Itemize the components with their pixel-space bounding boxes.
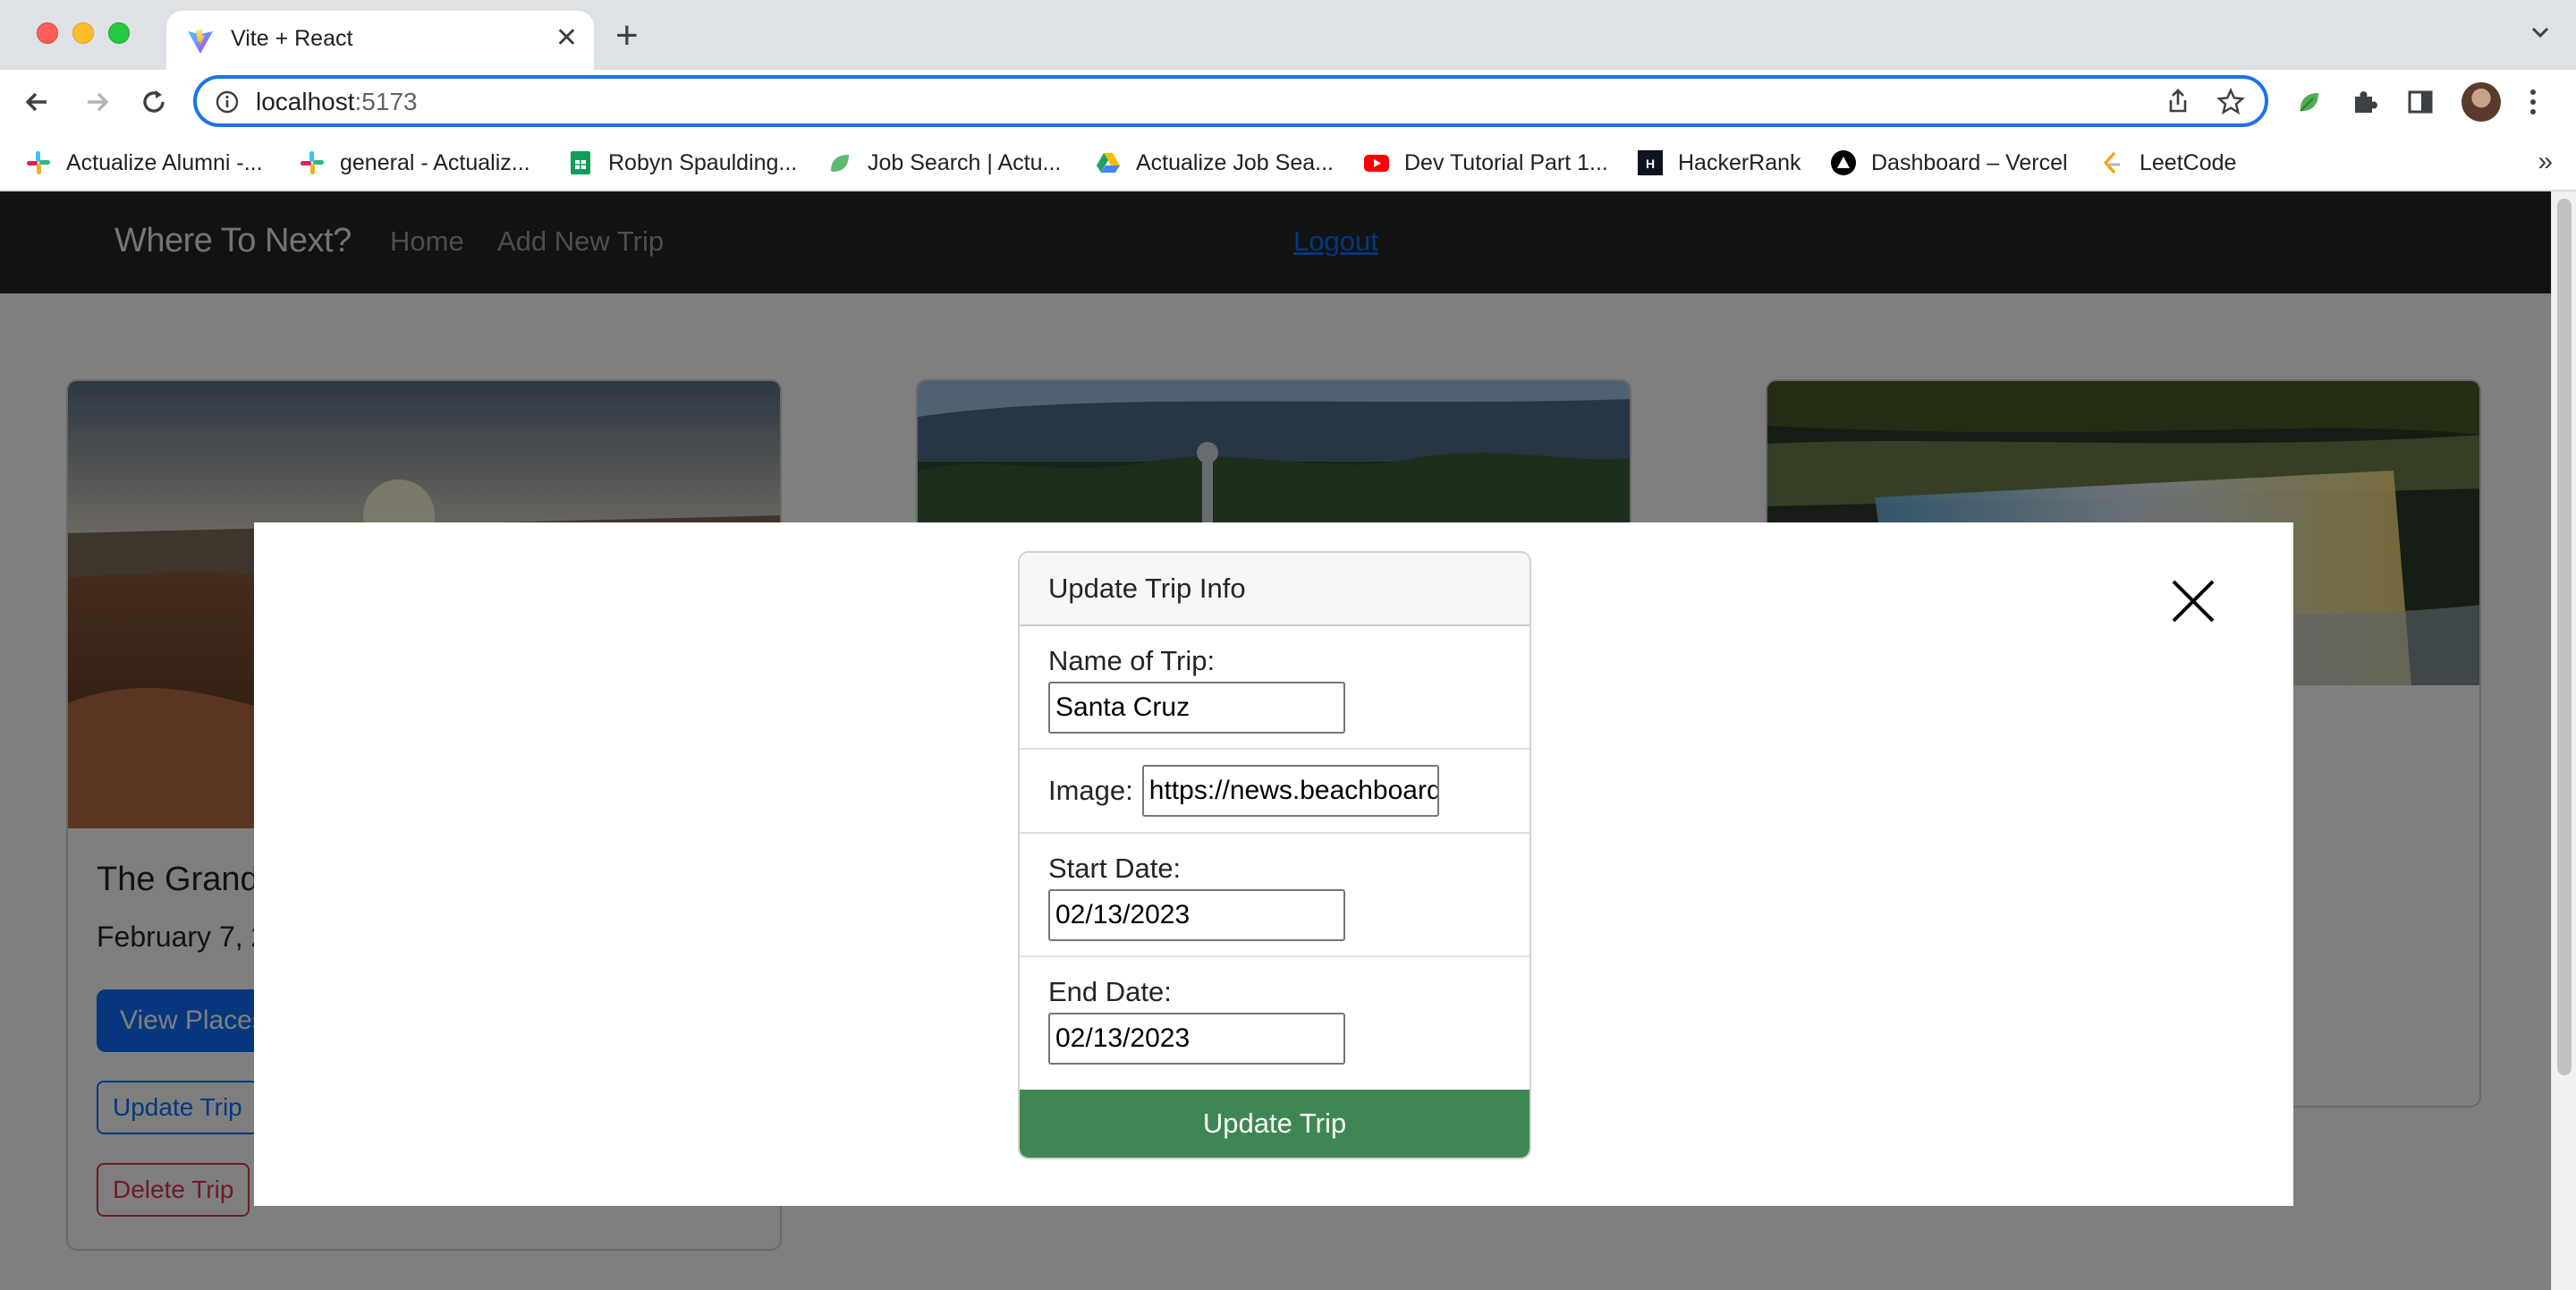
extension-leaf-icon[interactable] [2293,86,2326,118]
bookmark-vercel-dashboard[interactable]: Dashboard – Vercel [1830,145,2068,181]
bookmark-leetcode[interactable]: LeetCode [2098,145,2236,181]
bookmark-star-icon[interactable] [2216,88,2245,116]
bookmarks-bar: Actualize Alumni -... general - Actualiz… [0,134,2576,191]
bookmark-robyn-spaulding[interactable]: Robyn Spaulding... [567,145,797,181]
browser-tab-active[interactable]: Vite + React ✕ [166,11,594,70]
side-panel-icon[interactable] [2404,86,2436,118]
image-url-input[interactable]: https://news.beachboard [1141,765,1439,817]
tab-title: Vite + React [231,26,353,51]
browser-toolbar: localhost:5173 [0,70,2576,134]
google-sheets-icon [571,151,590,174]
more-bookmarks-icon[interactable]: » [2538,147,2553,177]
maximize-window-button[interactable] [108,22,130,44]
trip-name-label: Name of Trip: [1048,645,1216,676]
site-info-icon[interactable] [215,89,240,115]
end-date-input[interactable]: 02/13/2023 [1048,1013,1345,1065]
back-icon[interactable] [21,86,54,118]
minimize-window-button[interactable] [72,22,94,44]
url-text[interactable]: localhost:5173 [256,88,418,116]
bookmark-dev-tutorial[interactable]: Dev Tutorial Part 1... [1363,145,1608,181]
bookmark-job-search[interactable]: Job Search | Actu... [826,145,1061,181]
image-url-label: Image: [1048,775,1133,806]
start-date-group: Start Date: 02/13/2023 [1020,834,1530,957]
more-menu-icon[interactable] [2528,86,2538,118]
update-trip-modal: Update Trip Info Name of Trip: Santa Cru… [254,522,2293,1206]
reload-icon[interactable] [138,86,170,118]
close-window-button[interactable] [37,22,58,44]
slack-icon [301,151,324,174]
leaf-icon [831,155,849,172]
trip-name-group: Name of Trip: Santa Cruz [1020,626,1530,750]
image-url-group: Image: https://news.beachboard [1020,750,1530,834]
update-trip-submit-button[interactable]: Update Trip [1020,1090,1530,1158]
end-date-label: End Date: [1048,976,1172,1007]
profile-avatar[interactable] [2462,82,2501,122]
youtube-icon [1364,155,1389,172]
address-bar[interactable]: localhost:5173 [193,75,2268,127]
close-icon[interactable] [2166,574,2220,628]
hackerrank-icon: H [1638,150,1663,175]
bookmark-general-actualize[interactable]: general - Actualiz... [299,145,530,181]
bookmark-actualize-alumni[interactable]: Actualize Alumni -... [25,145,263,181]
end-date-group: End Date: 02/13/2023 [1020,957,1530,1079]
google-drive-icon [1097,153,1120,173]
page-viewport: Where To Next? Home Add New Trip Logout … [0,191,2551,1290]
bookmark-actualize-job-search[interactable]: Actualize Job Sea... [1095,145,1334,181]
scrollbar-thumb[interactable] [2557,199,2572,1075]
bookmark-hackerrank[interactable]: H HackerRank [1637,145,1801,181]
leetcode-icon [2103,151,2120,174]
tab-close-icon[interactable]: ✕ [555,23,578,54]
forward-icon[interactable] [80,86,113,118]
vercel-icon [1831,150,1856,175]
tab-search-chevron-icon[interactable] [2528,20,2553,45]
start-date-input[interactable]: 02/13/2023 [1048,889,1345,941]
page-scrollbar[interactable] [2551,191,2576,1290]
trip-name-input[interactable]: Santa Cruz [1048,682,1345,734]
vite-icon [188,29,213,54]
share-icon[interactable] [2165,88,2191,115]
update-trip-form: Update Trip Info Name of Trip: Santa Cru… [1018,551,1531,1159]
start-date-label: Start Date: [1048,853,1182,884]
new-tab-button[interactable]: + [615,16,639,55]
form-header: Update Trip Info [1020,553,1530,626]
browser-tab-bar: Vite + React ✕ + [0,0,2576,70]
extensions-puzzle-icon[interactable] [2349,86,2381,118]
slack-icon [27,151,50,174]
svg-text:H: H [1646,157,1655,171]
